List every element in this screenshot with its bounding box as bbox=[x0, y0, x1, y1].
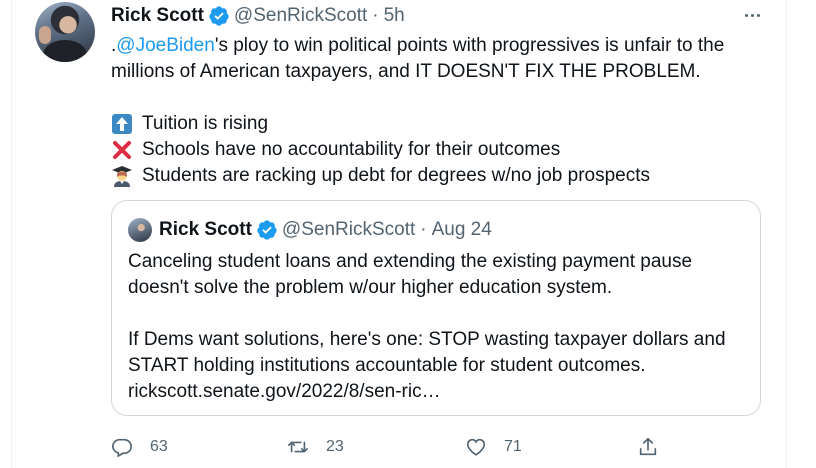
graduate-icon bbox=[111, 165, 133, 187]
text-line1-rest: 's ploy to win political points with pro… bbox=[214, 35, 725, 56]
quoted-line: Canceling student loans and extending th… bbox=[128, 251, 693, 272]
tweet-line-1: .@JoeBiden's ploy to win political point… bbox=[111, 33, 751, 59]
tweet-text: .@JoeBiden's ploy to win political point… bbox=[111, 33, 751, 189]
quoted-author-handle: @SenRickScott bbox=[281, 219, 416, 240]
quoted-author-name: Rick Scott bbox=[159, 219, 252, 240]
heart-icon bbox=[466, 438, 486, 456]
header-separator: · bbox=[372, 5, 379, 26]
quoted-header-separator: · bbox=[420, 219, 427, 240]
author-name[interactable]: Rick Scott bbox=[111, 5, 204, 27]
list-item: Students are racking up debt for degrees… bbox=[111, 163, 751, 189]
mention-link[interactable]: @JoeBiden bbox=[116, 35, 215, 56]
quoted-avatar bbox=[128, 218, 152, 242]
list-item-text: Schools have no accountability for their… bbox=[142, 139, 561, 160]
quoted-tweet[interactable]: Rick Scott @SenRickScott · Aug 24 Cancel… bbox=[111, 200, 761, 416]
avatar[interactable] bbox=[35, 2, 95, 62]
retweet-button[interactable]: 23 bbox=[287, 436, 344, 458]
list-item-text: Tuition is rising bbox=[142, 113, 269, 134]
quoted-line: doesn't solve the problem w/our higher e… bbox=[128, 277, 613, 298]
reply-button[interactable]: 63 bbox=[111, 436, 168, 458]
timeline-divider-left bbox=[11, 0, 12, 468]
quoted-paragraph-gap bbox=[128, 301, 748, 327]
quoted-line: If Dems want solutions, here's one: STOP… bbox=[128, 329, 726, 350]
quoted-tweet-timestamp: Aug 24 bbox=[431, 219, 492, 240]
tweet-timestamp[interactable]: 5h bbox=[384, 5, 405, 27]
like-count: 71 bbox=[504, 438, 522, 455]
up-arrow-icon bbox=[111, 113, 133, 135]
more-options-icon[interactable] bbox=[740, 6, 764, 24]
list-item: Tuition is rising bbox=[111, 111, 751, 137]
list-item: Schools have no accountability for their… bbox=[111, 137, 751, 163]
verified-badge-icon bbox=[256, 219, 278, 241]
tweet[interactable]: Rick Scott @SenRickScott · 5h .@JoeBiden… bbox=[0, 0, 816, 468]
share-icon bbox=[639, 437, 657, 456]
author-handle[interactable]: @SenRickScott bbox=[234, 5, 367, 27]
tweet-header: Rick Scott @SenRickScott · 5h bbox=[111, 3, 405, 29]
tweet-line-2: millions of American taxpayers, and IT D… bbox=[111, 61, 701, 82]
quoted-link[interactable]: rickscott.senate.gov/2022/8/sen-ric… bbox=[128, 379, 748, 405]
avatar-shirt bbox=[43, 40, 87, 62]
like-button[interactable]: 71 bbox=[465, 436, 522, 458]
action-bar: 63 23 71 bbox=[111, 436, 671, 464]
quoted-line: START holding institutions accountable f… bbox=[128, 355, 646, 376]
avatar-hand bbox=[39, 26, 51, 44]
retweet-count: 23 bbox=[326, 438, 344, 455]
verified-badge-icon bbox=[208, 5, 230, 27]
reply-count: 63 bbox=[150, 438, 168, 455]
quoted-tweet-text: Canceling student loans and extending th… bbox=[128, 249, 748, 405]
reply-icon bbox=[112, 438, 132, 458]
share-button[interactable] bbox=[637, 436, 659, 458]
retweet-icon bbox=[288, 441, 308, 453]
quoted-tweet-header: Rick Scott @SenRickScott · Aug 24 bbox=[128, 217, 492, 243]
red-x-icon bbox=[111, 139, 133, 161]
list-item-text: Students are racking up debt for degrees… bbox=[142, 165, 651, 186]
timeline-divider-right bbox=[786, 0, 787, 468]
